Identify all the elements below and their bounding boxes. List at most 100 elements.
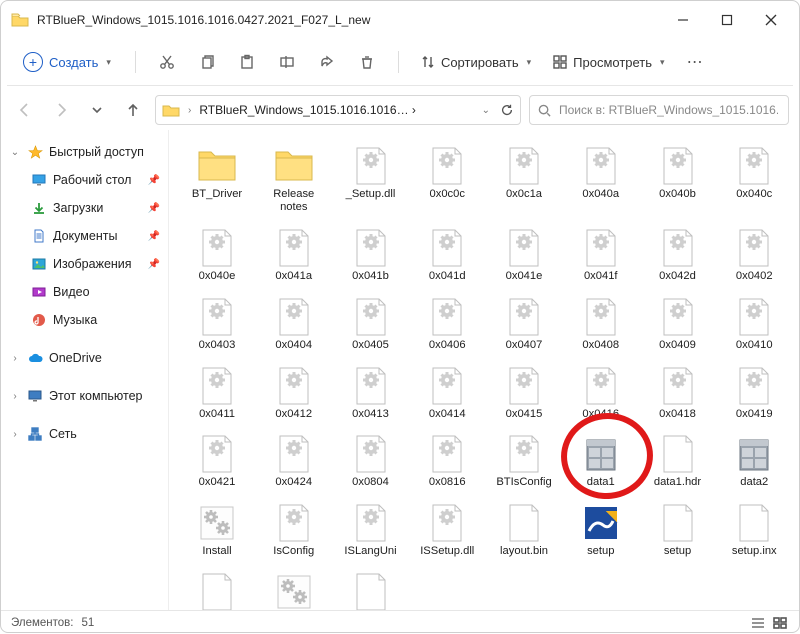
recent-locations-button[interactable] [83,96,111,124]
file-item[interactable]: 0x041a [258,222,330,289]
file-label: BT_Driver [192,188,242,201]
file-item[interactable]: data1 [565,428,637,495]
sidebar-label: Видео [53,285,90,299]
sort-button[interactable]: Сортировать ▾ [413,51,539,74]
file-item[interactable]: 0x040c [718,140,790,207]
file-item[interactable]: Install [181,497,253,564]
delete-button[interactable] [350,47,384,77]
file-item[interactable]: UnInstall [258,566,330,610]
file-item[interactable]: 0x041d [411,222,483,289]
file-item[interactable]: setup.inx [718,497,790,564]
file-item[interactable]: 0x0402 [718,222,790,289]
file-item[interactable]: 0x040e [181,222,253,289]
file-item[interactable]: 0x0816 [411,428,483,495]
file-item[interactable]: 0x0424 [258,428,330,495]
file-item[interactable]: 0x0421 [181,428,253,495]
search-box[interactable] [529,95,789,125]
sidebar-item-network[interactable]: › Сеть [3,420,164,448]
sidebar-item-thispc[interactable]: › Этот компьютер [3,382,164,410]
breadcrumb-path[interactable]: RTBlueR_Windows_1015.1016.1016… › [199,103,473,117]
paste-button[interactable] [230,47,264,77]
view-details-button[interactable] [749,615,767,631]
file-item[interactable]: setup.iss [181,566,253,610]
file-item[interactable]: 0x041f [565,222,637,289]
file-item[interactable]: Uninstall.iss [335,566,407,610]
file-label: 0x0421 [199,476,236,489]
close-button[interactable] [749,5,793,35]
file-item[interactable]: 0x041e [488,222,560,289]
file-item[interactable]: setup [565,497,637,564]
sidebar-label: Загрузки [53,201,103,215]
view-button[interactable]: Просмотреть ▾ [545,51,672,74]
maximize-button[interactable] [705,5,749,35]
file-item[interactable]: 0x0410 [718,291,790,358]
file-item[interactable]: BTIsConfig [488,428,560,495]
file-item[interactable]: 0x0409 [642,291,714,358]
cut-button[interactable] [150,47,184,77]
file-item[interactable]: 0x0412 [258,360,330,427]
up-button[interactable] [119,96,147,124]
file-item[interactable]: 0x0c0c [411,140,483,207]
toolbar: + Создать ▾ Сортировать ▾ Просмотреть ▾ … [1,39,799,85]
chevron-right-icon: › [188,105,191,116]
file-label: 0x0414 [429,408,466,421]
file-label: 0x041e [506,270,543,283]
sidebar-item-downloads[interactable]: Загрузки 📌 [3,194,164,222]
file-item[interactable]: 0x040a [565,140,637,207]
file-item[interactable]: Release notes [258,140,330,220]
sidebar-item-documents[interactable]: Документы 📌 [3,222,164,250]
chevron-down-icon[interactable]: ⌄ [482,105,490,116]
minimize-button[interactable] [661,5,705,35]
chevron-down-icon: ▾ [527,57,532,68]
pictures-icon [31,256,47,272]
sidebar-item-videos[interactable]: Видео [3,278,164,306]
file-item[interactable]: 0x0405 [335,291,407,358]
separator [398,51,399,73]
sidebar-item-quickaccess[interactable]: ⌄ Быстрый доступ [3,138,164,166]
file-item[interactable]: setup [642,497,714,564]
file-item[interactable]: BT_Driver [181,140,253,207]
refresh-button[interactable] [500,103,514,117]
file-pane[interactable]: BT_DriverRelease notes_Setup.dll0x0c0c0x… [169,130,799,610]
file-item[interactable]: ISLangUni [335,497,407,564]
share-button[interactable] [310,47,344,77]
view-icons-button[interactable] [771,615,789,631]
file-item[interactable]: ISSetup.dll [411,497,483,564]
file-item[interactable]: _Setup.dll [335,140,407,207]
file-item[interactable]: 0x0403 [181,291,253,358]
file-item[interactable]: 0x0414 [411,360,483,427]
file-item[interactable]: 0x0411 [181,360,253,427]
file-item[interactable]: 0x0406 [411,291,483,358]
file-item[interactable]: layout.bin [488,497,560,564]
search-input[interactable] [557,102,780,118]
file-item[interactable]: 0x041b [335,222,407,289]
file-item[interactable]: 0x040b [642,140,714,207]
file-icon [502,432,546,476]
file-item[interactable]: 0x0407 [488,291,560,358]
create-button[interactable]: + Создать ▾ [13,46,121,78]
address-bar[interactable]: › RTBlueR_Windows_1015.1016.1016… › ⌄ [155,95,521,125]
file-item[interactable]: 0x0415 [488,360,560,427]
rename-button[interactable] [270,47,304,77]
sidebar-item-music[interactable]: Музыка [3,306,164,334]
file-item[interactable]: data1.hdr [642,428,714,495]
sidebar-item-onedrive[interactable]: › OneDrive [3,344,164,372]
file-item[interactable]: 0x0804 [335,428,407,495]
file-item[interactable]: 0x0416 [565,360,637,427]
file-item[interactable]: 0x0419 [718,360,790,427]
file-item[interactable]: 0x0404 [258,291,330,358]
more-button[interactable]: ⋯ [679,52,713,72]
back-button[interactable] [11,96,39,124]
file-item[interactable]: data2 [718,428,790,495]
file-item[interactable]: 0x0408 [565,291,637,358]
file-item[interactable]: 0x0413 [335,360,407,427]
file-item[interactable]: 0x042d [642,222,714,289]
sidebar-item-desktop[interactable]: Рабочий стол 📌 [3,166,164,194]
file-item[interactable]: 0x0418 [642,360,714,427]
copy-button[interactable] [190,47,224,77]
sidebar-item-pictures[interactable]: Изображения 📌 [3,250,164,278]
forward-button[interactable] [47,96,75,124]
file-item[interactable]: IsConfig [258,497,330,564]
file-icon [579,295,623,339]
file-item[interactable]: 0x0c1a [488,140,560,207]
